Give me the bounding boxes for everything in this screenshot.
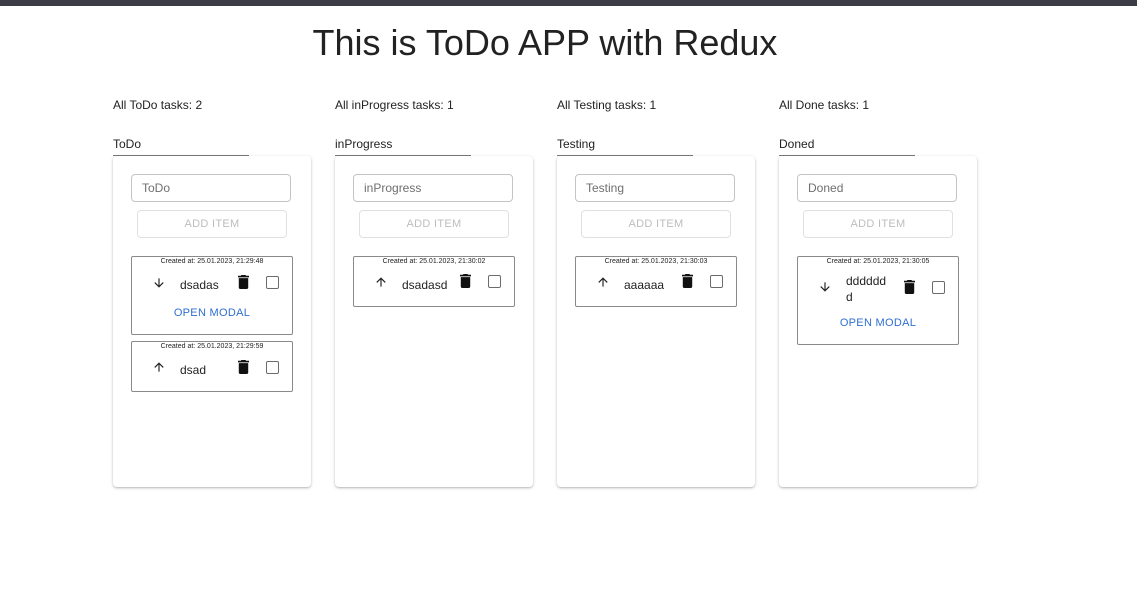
add-item-button[interactable]: ADD ITEM (803, 210, 953, 238)
task-card: Created at: 25.01.2023, 21:29:48 dsadas … (131, 256, 293, 335)
arrow-down-icon[interactable] (818, 280, 832, 294)
task-text: dsad (180, 363, 207, 377)
created-at: Created at: 25.01.2023, 21:30:03 (604, 258, 708, 265)
created-at: Created at: 25.01.2023, 21:30:02 (382, 258, 486, 265)
column-title: inProgress (335, 137, 471, 156)
new-task-input[interactable] (353, 174, 513, 202)
column-card: ADD ITEM Created at: 25.01.2023, 21:30:0… (335, 156, 533, 487)
task-count: All Testing tasks: 1 (557, 98, 657, 112)
task-text: aaaaaa (624, 278, 665, 292)
add-item-button[interactable]: ADD ITEM (137, 210, 287, 238)
task-text: dsadas (180, 278, 219, 292)
column-card: ADD ITEM Created at: 25.01.2023, 21:30:0… (557, 156, 755, 487)
task-checkbox[interactable] (932, 281, 945, 294)
task-count: All Done tasks: 1 (779, 98, 870, 112)
arrow-up-icon[interactable] (374, 275, 388, 289)
trash-icon[interactable] (682, 274, 693, 288)
task-count: All inProgress tasks: 1 (335, 98, 454, 112)
column-card: ADD ITEM Created at: 25.01.2023, 21:30:0… (779, 156, 977, 487)
task-count: All ToDo tasks: 2 (113, 98, 203, 112)
add-item-button[interactable]: ADD ITEM (581, 210, 731, 238)
created-at: Created at: 25.01.2023, 21:29:59 (160, 343, 264, 350)
browser-top-bar (0, 0, 1137, 6)
task-text-line: d (846, 290, 853, 304)
add-item-button[interactable]: ADD ITEM (359, 210, 509, 238)
column-title: ToDo (113, 137, 249, 156)
trash-icon[interactable] (238, 360, 249, 374)
task-text: dsadasd (402, 278, 448, 292)
task-card: Created at: 25.01.2023, 21:29:59 dsad (131, 341, 293, 392)
new-task-input[interactable] (131, 174, 291, 202)
task-checkbox[interactable] (266, 276, 279, 289)
open-modal-button[interactable]: OPEN MODAL (132, 307, 292, 319)
trash-icon[interactable] (238, 275, 249, 289)
created-at: Created at: 25.01.2023, 21:29:48 (160, 258, 264, 265)
open-modal-button[interactable]: OPEN MODAL (798, 317, 958, 329)
new-task-input[interactable] (797, 174, 957, 202)
arrow-up-icon[interactable] (596, 275, 610, 289)
arrow-down-icon[interactable] (152, 276, 166, 290)
task-card: Created at: 25.01.2023, 21:30:02 dsadasd (353, 256, 515, 307)
task-card: Created at: 25.01.2023, 21:30:03 aaaaaa (575, 256, 737, 307)
trash-icon[interactable] (904, 280, 915, 294)
created-at: Created at: 25.01.2023, 21:30:05 (826, 258, 930, 265)
page-title: This is ToDo APP with Redux (312, 22, 778, 63)
arrow-up-icon[interactable] (152, 360, 166, 374)
trash-icon[interactable] (460, 274, 471, 288)
task-card: Created at: 25.01.2023, 21:30:05 dddddd … (797, 256, 959, 345)
column-title: Doned (779, 137, 915, 156)
task-checkbox[interactable] (710, 275, 723, 288)
column-title: Testing (557, 137, 693, 156)
new-task-input[interactable] (575, 174, 735, 202)
task-checkbox[interactable] (488, 275, 501, 288)
task-text-line: dddddd (846, 274, 887, 288)
column-card: ADD ITEM Created at: 25.01.2023, 21:29:4… (113, 156, 311, 487)
task-checkbox[interactable] (266, 361, 279, 374)
task-text: dddddd d (846, 273, 886, 305)
